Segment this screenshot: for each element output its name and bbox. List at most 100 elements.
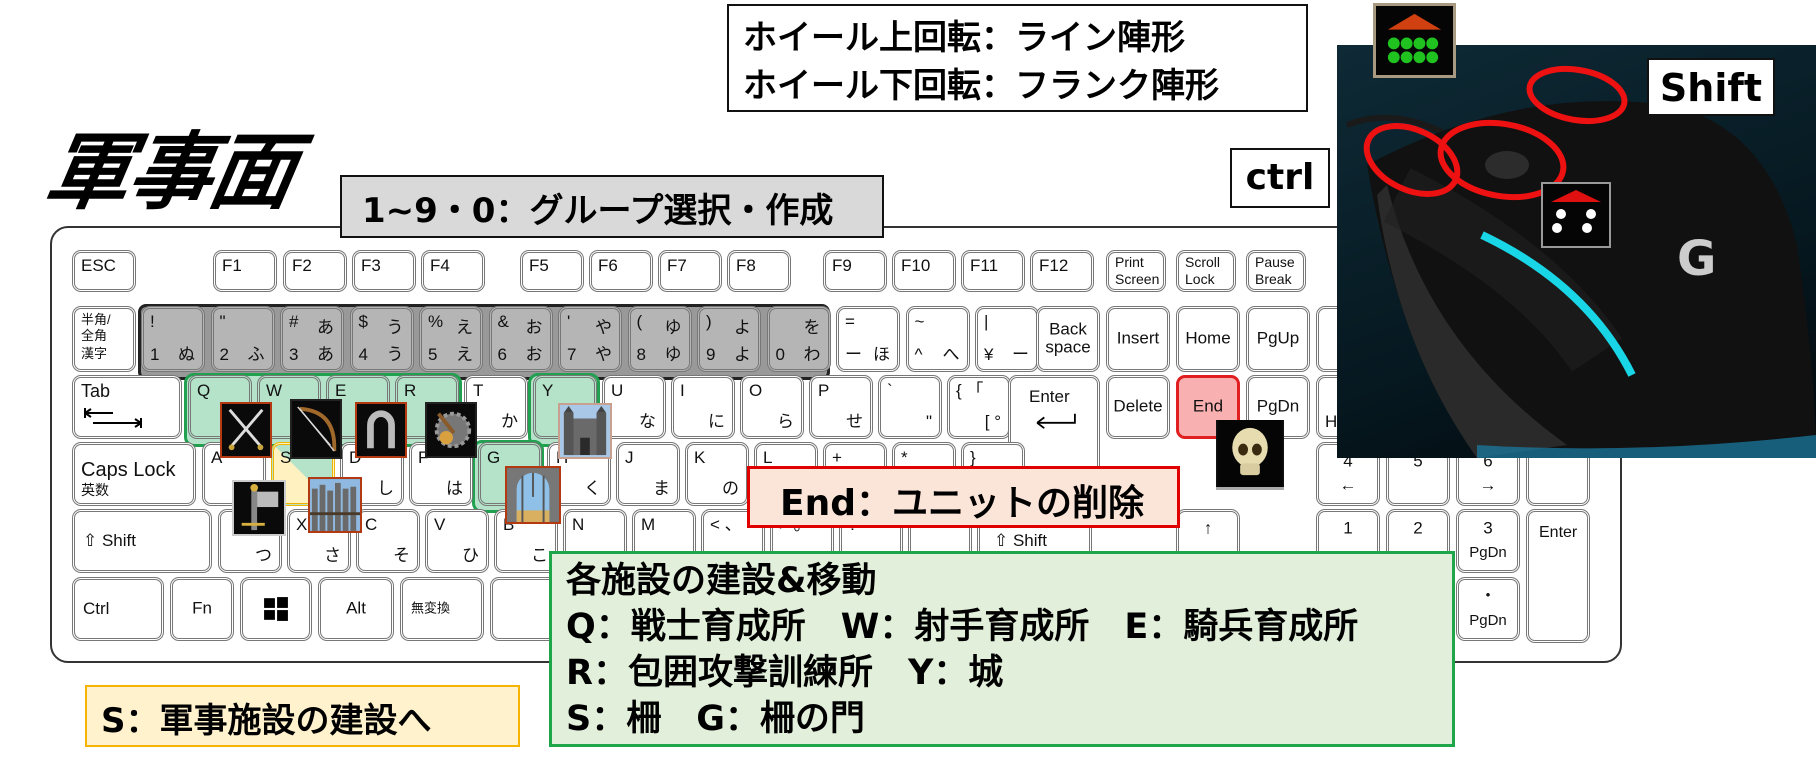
key-f6-label: F6 [598, 256, 618, 275]
key-z-row-1-label: さ [324, 546, 341, 565]
key-caps-lock-label: Caps Lock [81, 459, 176, 481]
key-esc[interactable]: ESC [72, 250, 136, 292]
key-num-11[interactable]: ~ ^ へ [905, 306, 970, 372]
key-num-6-label: ' [567, 312, 571, 331]
key-num-8-label: よ [734, 345, 751, 364]
key-num-10-label: = [845, 312, 855, 331]
key-numpad-dot-label: PgDn [1469, 611, 1507, 629]
key-f5[interactable]: F5 [520, 250, 584, 292]
key-f9-label: F9 [832, 256, 852, 275]
key-f7[interactable]: F7 [658, 250, 722, 292]
key-q-row-8-label: O [749, 381, 763, 400]
key-num-9-label: わ [803, 345, 821, 364]
key-pgup[interactable]: PgUp [1246, 306, 1310, 372]
key-a-row-6[interactable]: Jま [616, 442, 680, 506]
key-q-row-9[interactable]: Pせ [809, 375, 873, 439]
key-print-screen[interactable]: Print Screen [1106, 250, 1166, 292]
key-num-10-label: ー [845, 345, 862, 364]
key-f6[interactable]: F6 [589, 250, 653, 292]
key-scroll-lock[interactable]: Scroll Lock [1176, 250, 1236, 292]
key-backspace[interactable]: Back space [1036, 306, 1100, 372]
key-numpad-3[interactable]: 3 PgDn [1456, 509, 1520, 573]
key-pause-break[interactable]: Pause Break [1246, 250, 1306, 292]
key-f8[interactable]: F8 [727, 250, 791, 292]
key-z-row-5-label: N [572, 515, 585, 534]
key-f11[interactable]: F11 [961, 250, 1025, 292]
key-num-8[interactable]: ) 9 よよ [697, 306, 761, 372]
key-q-row-11[interactable]: { 「[ ° [947, 375, 1011, 439]
key-numpad-dot[interactable]: ・ PgDn [1456, 577, 1520, 641]
line-formation-icon [1373, 3, 1456, 78]
key-num-5-label: お [525, 345, 543, 364]
key-q-row-7-label: に [708, 412, 725, 431]
key-f1[interactable]: F1 [213, 250, 277, 292]
key-q-row-8[interactable]: Oら [740, 375, 804, 439]
key-fn-label: Fn [192, 598, 212, 618]
key-f2[interactable]: F2 [283, 250, 347, 292]
key-num-4[interactable]: % 5 ええ [419, 306, 483, 372]
key-shift-left[interactable]: ⇧ Shift [72, 509, 212, 573]
key-q-row-5-label: Y [542, 381, 554, 400]
key-f4-label: F4 [430, 256, 450, 275]
skull-icon [1216, 420, 1284, 490]
key-z-row-3[interactable]: Vひ [425, 509, 489, 573]
buildings-callout: 各施設の建設&移動 Q：戦士育成所 W：射手育成所 E：騎兵育成所 R：包囲攻撃… [549, 551, 1455, 747]
key-num-9[interactable]: 0わを [766, 306, 831, 372]
key-numpad-enter[interactable]: Enter [1526, 509, 1590, 643]
key-num-6-label: 7 [567, 345, 577, 364]
key-num-10[interactable]: = ーほ [836, 306, 900, 372]
key-delete[interactable]: Delete [1106, 375, 1170, 439]
key-num-8-label: ) [706, 312, 712, 331]
key-a-row-10-label: * [901, 448, 908, 467]
key-insert[interactable]: Insert [1106, 306, 1170, 372]
key-f2-label: F2 [292, 256, 312, 275]
key-num-5-label: 6 [497, 345, 507, 364]
key-num-6[interactable]: ' 7 やや [558, 306, 622, 372]
key-num-3[interactable]: $4 うう [349, 306, 414, 372]
key-num-0[interactable]: ! 1 ぬ [141, 306, 205, 372]
key-f12[interactable]: F12 [1030, 250, 1094, 292]
key-num-7[interactable]: (8 ゆゆ [627, 306, 692, 372]
key-windows[interactable] [240, 577, 312, 641]
key-f9[interactable]: F9 [823, 250, 887, 292]
key-q-row-10[interactable]: ` " [878, 375, 942, 439]
key-alt[interactable]: Alt [318, 577, 394, 641]
key-numpad-6-label: → [1479, 475, 1497, 495]
wheel-down-text: ホイール下回転：フランク陣形 [743, 66, 1219, 106]
crossed-swords-icon [220, 402, 272, 458]
key-f10[interactable]: F10 [892, 250, 956, 292]
key-f4[interactable]: F4 [421, 250, 485, 292]
key-numpad-3-label: PgDn [1469, 543, 1507, 561]
key-z-row-2[interactable]: Cそ [356, 509, 420, 573]
key-num-4-label: え [456, 345, 473, 364]
key-tab[interactable]: Tab [72, 375, 182, 439]
key-num-8-label: よ [734, 318, 751, 337]
key-q-row-6-label: U [611, 381, 624, 400]
key-num-7-label: ゆ [664, 345, 682, 364]
key-ctrl[interactable]: Ctrl [72, 577, 164, 641]
key-f8-label: F8 [736, 256, 756, 275]
key-fn[interactable]: Fn [170, 577, 234, 641]
key-num-0-label: ! [150, 312, 155, 331]
key-num-5[interactable]: & 6 おお [488, 306, 553, 372]
key-f3[interactable]: F3 [352, 250, 416, 292]
key-z-row-2-label: そ [393, 546, 410, 565]
key-num-2[interactable]: #3 ああ [280, 306, 344, 372]
key-num-1-label: 2 [219, 345, 229, 364]
key-muhenkan[interactable]: 無変換 [400, 577, 484, 641]
key-q-row-10-label: " [925, 412, 932, 431]
svg-text:G: G [1677, 231, 1716, 287]
key-caps-lock[interactable]: Caps Lock 英数 [72, 442, 196, 506]
key-f7-label: F7 [667, 256, 687, 275]
flank-formation-icon [1541, 182, 1611, 248]
key-num-10-label: ほ [873, 345, 890, 364]
key-home[interactable]: Home [1176, 306, 1240, 372]
key-a-row-7[interactable]: Kの [685, 442, 749, 506]
key-f12-label: F12 [1039, 256, 1069, 275]
key-num-12[interactable]: | ¥ ー [975, 306, 1039, 372]
key-numpad-dot-label: ・ [1479, 587, 1497, 607]
key-q-row-7[interactable]: Iに [671, 375, 735, 439]
key-num-1[interactable]: " 2 ふ [210, 306, 275, 372]
key-hankaku[interactable]: 半角/全角 漢字 [72, 306, 136, 372]
siege-gear-icon [425, 402, 477, 458]
